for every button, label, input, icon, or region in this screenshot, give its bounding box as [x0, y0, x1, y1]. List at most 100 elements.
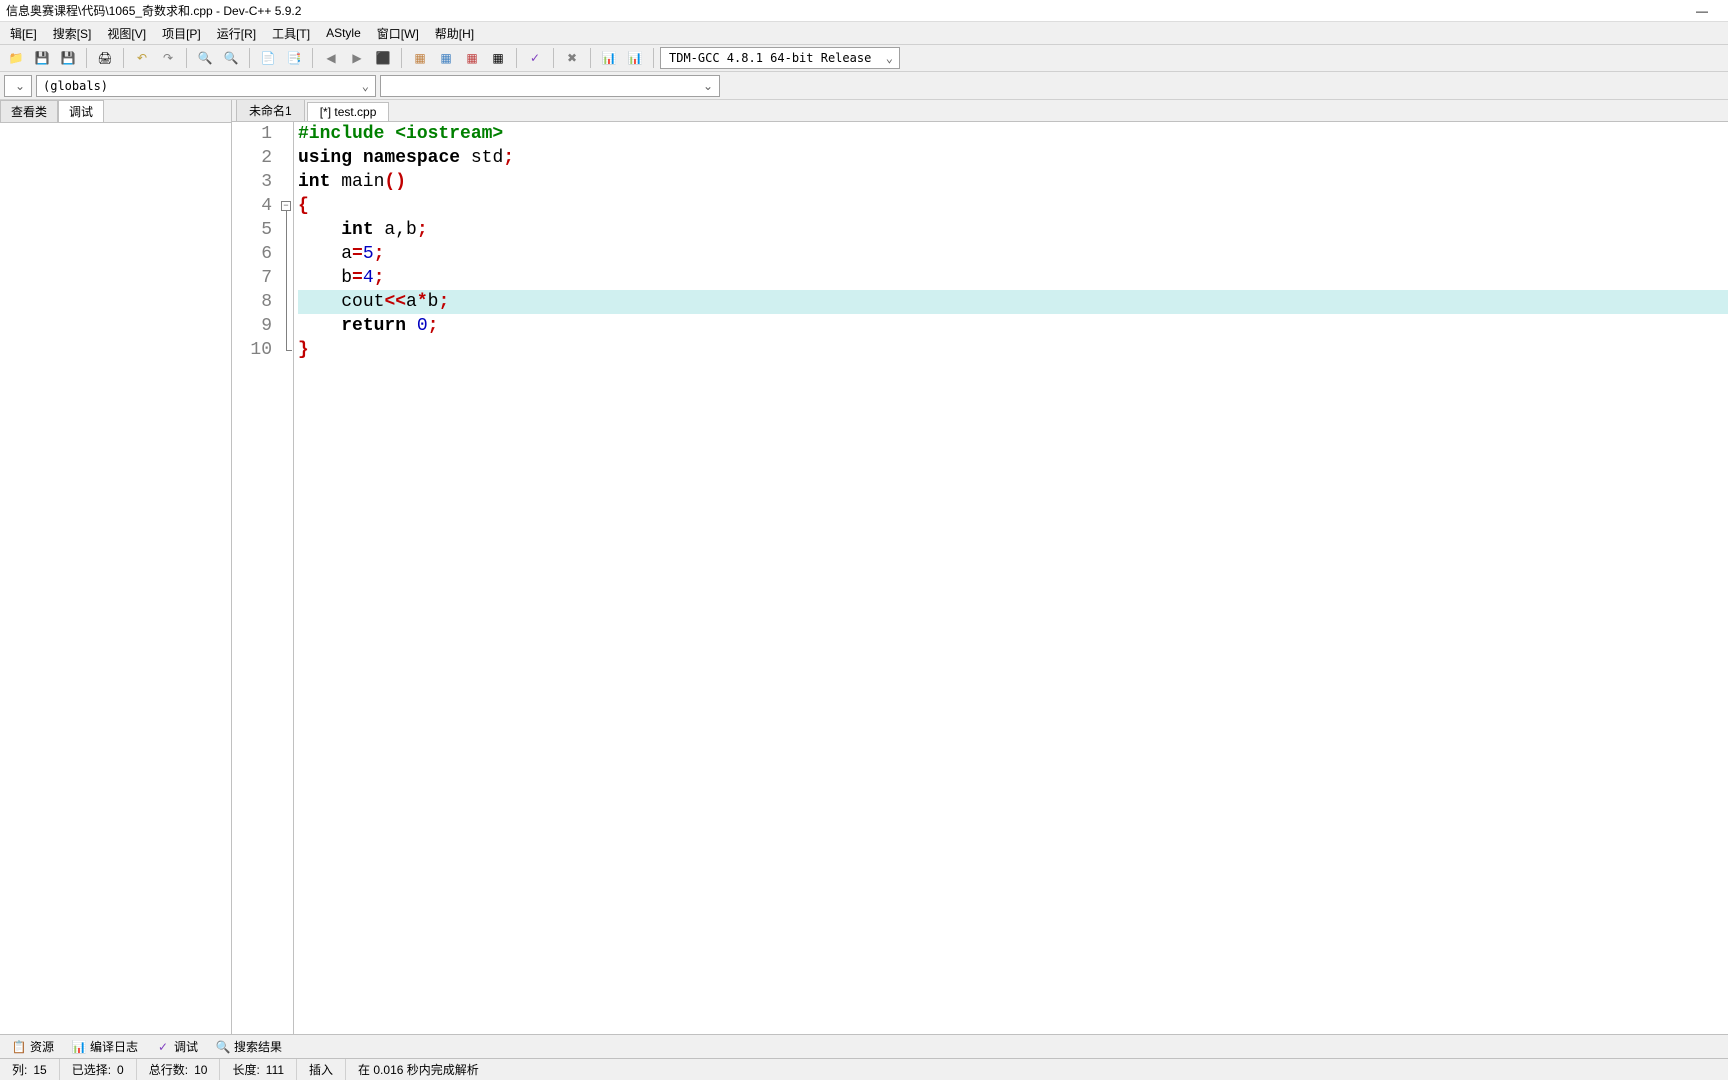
- line-number: 8: [232, 290, 272, 314]
- compile-icon: ▦: [414, 51, 425, 65]
- status-parse-time: 在 0.016 秒内完成解析: [346, 1059, 1728, 1080]
- sidebar-content: [0, 122, 231, 1034]
- abort-button[interactable]: ✖: [560, 47, 584, 69]
- editor-area: 未命名1 [*] test.cpp 1 2 3 4 5 6 7 8 9 10 −: [232, 100, 1728, 1034]
- minimize-button[interactable]: —: [1682, 1, 1722, 21]
- check-icon: ✓: [530, 51, 540, 65]
- menu-astyle[interactable]: AStyle: [318, 24, 369, 42]
- menu-window[interactable]: 窗口[W]: [369, 23, 427, 44]
- bottom-tab-resources[interactable]: 📋资源: [4, 1036, 62, 1057]
- menu-run[interactable]: 运行[R]: [209, 23, 264, 44]
- find-icon: 🔍: [198, 51, 213, 65]
- goto-button[interactable]: 📄: [256, 47, 280, 69]
- profile2-button[interactable]: 📊: [623, 47, 647, 69]
- bookmark-icon: 📑: [287, 51, 302, 65]
- code-line: }: [298, 338, 1728, 362]
- code-line: #include <iostream>: [298, 122, 1728, 146]
- menu-edit[interactable]: 辑[E]: [2, 23, 45, 44]
- file-tab-untitled[interactable]: 未命名1: [236, 100, 305, 121]
- toolbar-separator: [249, 48, 250, 68]
- code-line: using namespace std;: [298, 146, 1728, 170]
- saveall-button[interactable]: 💾: [56, 47, 80, 69]
- menu-help[interactable]: 帮助[H]: [427, 23, 482, 44]
- toolbar-separator: [653, 48, 654, 68]
- nav-stop-button[interactable]: ⬛: [371, 47, 395, 69]
- code-line: int main(): [298, 170, 1728, 194]
- code-line: return 0;: [298, 314, 1728, 338]
- code-line: {: [298, 194, 1728, 218]
- save-button[interactable]: 💾: [30, 47, 54, 69]
- menubar: 辑[E] 搜索[S] 视图[V] 项目[P] 运行[R] 工具[T] AStyl…: [0, 22, 1728, 44]
- toolbar-separator: [186, 48, 187, 68]
- class-scope-select[interactable]: [4, 75, 32, 97]
- bookmark-button[interactable]: 📑: [282, 47, 306, 69]
- check-icon: ✓: [156, 1040, 170, 1054]
- nav-back-button[interactable]: ◀: [319, 47, 343, 69]
- replace-icon: 🔍: [224, 51, 239, 65]
- compile-run-button[interactable]: ▦: [460, 47, 484, 69]
- status-selected: 已选择:0: [60, 1059, 137, 1080]
- file-tab-test[interactable]: [*] test.cpp: [307, 102, 390, 121]
- print-icon: 🖨: [97, 51, 112, 65]
- status-column: 列:15: [0, 1059, 60, 1080]
- find-button[interactable]: 🔍: [193, 47, 217, 69]
- undo-icon: ↶: [137, 51, 147, 65]
- folder-icon: 📁: [9, 51, 24, 65]
- code-editor[interactable]: 1 2 3 4 5 6 7 8 9 10 − #include: [232, 122, 1728, 1034]
- menu-project[interactable]: 项目[P]: [154, 23, 209, 44]
- toolbar-separator: [553, 48, 554, 68]
- profile-button[interactable]: 📊: [597, 47, 621, 69]
- line-number: 2: [232, 146, 272, 170]
- menu-search[interactable]: 搜索[S]: [45, 23, 100, 44]
- redo-button[interactable]: ↷: [156, 47, 180, 69]
- replace-button[interactable]: 🔍: [219, 47, 243, 69]
- line-number: 10: [232, 338, 272, 362]
- toolbar-main: 📁 💾 💾 🖨 ↶ ↷ 🔍 🔍 📄 📑 ◀ ▶ ⬛ ▦ ▦ ▦ ▦ ✓ ✖ 📊 …: [0, 44, 1728, 72]
- compile-run-icon: ▦: [466, 51, 477, 65]
- menu-view[interactable]: 视图[V]: [99, 23, 154, 44]
- copy-icon: 📋: [12, 1040, 26, 1054]
- bottom-tab-compile-log[interactable]: 📊编译日志: [64, 1036, 146, 1057]
- run-icon: ▦: [440, 51, 451, 65]
- chart-icon: 📊: [602, 51, 617, 65]
- titlebar: 信息奥赛课程\代码\1065_奇数求和.cpp - Dev-C++ 5.9.2 …: [0, 0, 1728, 22]
- status-insert-mode: 插入: [297, 1059, 346, 1080]
- sidebar-tab-classes[interactable]: 查看类: [0, 100, 58, 122]
- undo-button[interactable]: ↶: [130, 47, 154, 69]
- open-button[interactable]: 📁: [4, 47, 28, 69]
- chart-icon: 📊: [72, 1040, 86, 1054]
- sidebar-tab-debug[interactable]: 调试: [58, 100, 104, 122]
- app-window: 信息奥赛课程\代码\1065_奇数求和.cpp - Dev-C++ 5.9.2 …: [0, 0, 1728, 1080]
- debug-button[interactable]: ✓: [523, 47, 547, 69]
- nav-fwd-button[interactable]: ▶: [345, 47, 369, 69]
- rebuild-icon: ▦: [492, 51, 503, 65]
- code-content[interactable]: #include <iostream> using namespace std;…: [294, 122, 1728, 1034]
- bottom-tab-search[interactable]: 🔍搜索结果: [208, 1036, 290, 1057]
- sidebar-tabs: 查看类 调试: [0, 100, 231, 122]
- redo-icon: ↷: [163, 51, 173, 65]
- fold-end: [286, 350, 292, 351]
- line-number: 3: [232, 170, 272, 194]
- code-line-current: cout<<a*b;: [298, 290, 1728, 314]
- globals-select[interactable]: (globals): [36, 75, 376, 97]
- rebuild-button[interactable]: ▦: [486, 47, 510, 69]
- arrow-left-icon: ◀: [326, 51, 335, 65]
- compiler-select[interactable]: TDM-GCC 4.8.1 64-bit Release: [660, 47, 900, 69]
- stop-icon: ⬛: [376, 51, 391, 65]
- bottom-tabs: 📋资源 📊编译日志 ✓调试 🔍搜索结果: [0, 1034, 1728, 1058]
- print-button[interactable]: 🖨: [93, 47, 117, 69]
- bottom-tab-debug[interactable]: ✓调试: [148, 1036, 206, 1057]
- menu-tools[interactable]: 工具[T]: [264, 23, 318, 44]
- arrow-right-icon: ▶: [352, 51, 361, 65]
- fold-toggle-icon[interactable]: −: [281, 201, 291, 211]
- fold-line: [286, 211, 287, 350]
- compile-button[interactable]: ▦: [408, 47, 432, 69]
- statusbar: 列:15 已选择:0 总行数:10 长度:111 插入 在 0.016 秒内完成…: [0, 1058, 1728, 1080]
- toolbar-separator: [401, 48, 402, 68]
- toolbar-separator: [516, 48, 517, 68]
- fold-column: −: [280, 122, 294, 1034]
- run-button[interactable]: ▦: [434, 47, 458, 69]
- line-number: 1: [232, 122, 272, 146]
- goto-icon: 📄: [261, 51, 276, 65]
- member-select[interactable]: [380, 75, 720, 97]
